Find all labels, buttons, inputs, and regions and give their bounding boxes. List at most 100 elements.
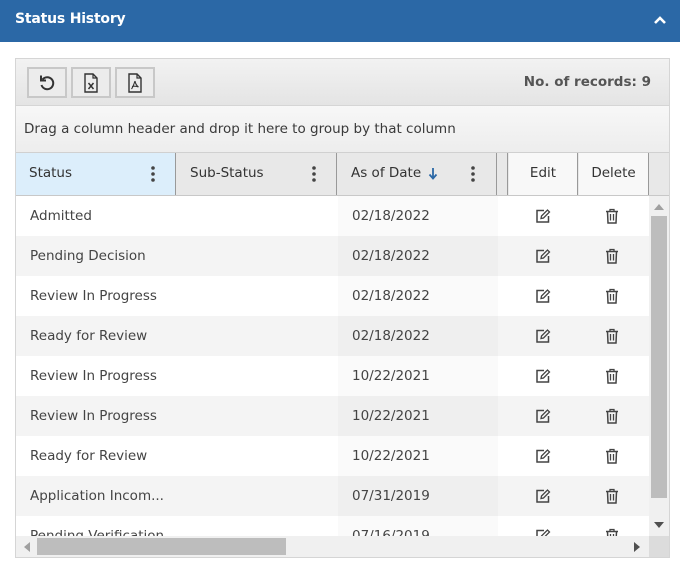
cell-substatus xyxy=(177,436,338,476)
scroll-up-arrow-icon[interactable] xyxy=(654,204,664,210)
cell-as-of-date: 07/31/2019 xyxy=(338,476,498,516)
date-text: 02/18/2022 xyxy=(352,328,430,344)
column-menu-icon[interactable] xyxy=(466,165,480,183)
date-text: 10/22/2021 xyxy=(352,408,430,424)
status-text: Pending Verification xyxy=(30,528,165,536)
date-text: 02/18/2022 xyxy=(352,208,430,224)
cell-status: Review In Progress xyxy=(16,396,177,436)
table-row[interactable]: Review In Progress 10/22/2021 xyxy=(16,356,649,396)
column-label: Sub-Status xyxy=(190,165,264,181)
panel-title: Status History xyxy=(15,11,126,27)
delete-button[interactable] xyxy=(591,396,635,436)
cell-substatus xyxy=(177,476,338,516)
table-row[interactable]: Pending Decision 02/18/2022 xyxy=(16,236,649,276)
column-header-delete: Delete xyxy=(579,153,649,195)
column-label: Status xyxy=(29,165,73,181)
edit-button[interactable] xyxy=(521,436,565,476)
column-menu-icon[interactable] xyxy=(146,165,160,183)
delete-button[interactable] xyxy=(591,276,635,316)
cell-as-of-date: 07/16/2019 xyxy=(338,516,498,536)
status-history-grid: No. of records: 9 Drag a column header a… xyxy=(15,58,670,558)
vertical-scrollbar[interactable] xyxy=(649,196,669,536)
sort-descending-icon xyxy=(428,166,438,182)
status-text: Ready for Review xyxy=(30,328,148,344)
edit-button[interactable] xyxy=(521,316,565,356)
status-text: Review In Progress xyxy=(30,368,157,384)
edit-button[interactable] xyxy=(521,356,565,396)
date-text: 07/31/2019 xyxy=(352,488,430,504)
delete-button[interactable] xyxy=(591,516,635,536)
panel-header: Status History xyxy=(0,0,680,42)
cell-status: Ready for Review xyxy=(16,436,177,476)
column-header-status[interactable]: Status xyxy=(16,153,176,195)
cell-status: Ready for Review xyxy=(16,316,177,356)
chevron-up-icon xyxy=(654,16,666,24)
horizontal-scroll-thumb[interactable] xyxy=(37,538,286,555)
export-excel-button[interactable] xyxy=(71,67,111,98)
column-header-substatus[interactable]: Sub-Status xyxy=(177,153,337,195)
scroll-down-arrow-icon[interactable] xyxy=(654,522,664,528)
column-header-spacer xyxy=(498,153,508,195)
cell-status: Application Incom... xyxy=(16,476,177,516)
status-text: Review In Progress xyxy=(30,288,157,304)
cell-status: Review In Progress xyxy=(16,276,177,316)
cell-substatus xyxy=(177,516,338,536)
group-by-drop-zone[interactable]: Drag a column header and drop it here to… xyxy=(16,106,669,153)
cell-as-of-date: 02/18/2022 xyxy=(338,236,498,276)
table-row[interactable]: Application Incom... 07/31/2019 xyxy=(16,476,649,516)
edit-button[interactable] xyxy=(521,516,565,536)
edit-button[interactable] xyxy=(521,236,565,276)
delete-button[interactable] xyxy=(591,476,635,516)
edit-button[interactable] xyxy=(521,276,565,316)
date-text: 10/22/2021 xyxy=(352,448,430,464)
cell-status: Review In Progress xyxy=(16,356,177,396)
grid-toolbar: No. of records: 9 xyxy=(16,59,669,106)
column-header-row: Status Sub-Status As of Date Edit Delete xyxy=(16,153,669,196)
status-text: Pending Decision xyxy=(30,248,146,264)
table-row[interactable]: Ready for Review 02/18/2022 xyxy=(16,316,649,356)
cell-as-of-date: 02/18/2022 xyxy=(338,276,498,316)
table-row[interactable]: Admitted 02/18/2022 xyxy=(16,196,649,236)
column-header-edit: Edit xyxy=(509,153,578,195)
cell-substatus xyxy=(177,356,338,396)
column-header-as-of-date[interactable]: As of Date xyxy=(338,153,497,195)
cell-status: Admitted xyxy=(16,196,177,236)
reset-button[interactable] xyxy=(27,67,67,98)
date-text: 10/22/2021 xyxy=(352,368,430,384)
column-label: As of Date xyxy=(351,165,422,181)
cell-substatus xyxy=(177,236,338,276)
cell-substatus xyxy=(177,316,338,356)
table-row[interactable]: Review In Progress 10/22/2021 xyxy=(16,396,649,436)
delete-button[interactable] xyxy=(591,196,635,236)
cell-substatus xyxy=(177,276,338,316)
table-row[interactable]: Review In Progress 02/18/2022 xyxy=(16,276,649,316)
cell-as-of-date: 10/22/2021 xyxy=(338,396,498,436)
collapse-button[interactable] xyxy=(652,12,668,28)
cell-status: Pending Verification xyxy=(16,516,177,536)
date-text: 07/16/2019 xyxy=(352,528,430,536)
cell-as-of-date: 10/22/2021 xyxy=(338,436,498,476)
edit-button[interactable] xyxy=(521,396,565,436)
scroll-right-arrow-icon[interactable] xyxy=(634,542,640,552)
delete-button[interactable] xyxy=(591,436,635,476)
export-pdf-button[interactable] xyxy=(115,67,155,98)
scroll-left-arrow-icon[interactable] xyxy=(24,542,30,552)
excel-file-icon xyxy=(84,72,98,93)
group-by-hint: Drag a column header and drop it here to… xyxy=(24,121,456,137)
delete-button[interactable] xyxy=(591,316,635,356)
undo-icon xyxy=(40,75,55,90)
cell-as-of-date: 02/18/2022 xyxy=(338,316,498,356)
vertical-scroll-thumb[interactable] xyxy=(651,216,667,498)
status-text: Ready for Review xyxy=(30,448,148,464)
column-label: Delete xyxy=(591,165,636,181)
column-menu-icon[interactable] xyxy=(307,165,321,183)
table-row[interactable]: Ready for Review 10/22/2021 xyxy=(16,436,649,476)
delete-button[interactable] xyxy=(591,356,635,396)
horizontal-scrollbar[interactable] xyxy=(16,536,649,557)
status-text: Review In Progress xyxy=(30,408,157,424)
table-row[interactable]: Pending Verification 07/16/2019 xyxy=(16,516,649,536)
column-label: Edit xyxy=(529,165,557,181)
edit-button[interactable] xyxy=(521,196,565,236)
edit-button[interactable] xyxy=(521,476,565,516)
delete-button[interactable] xyxy=(591,236,635,276)
